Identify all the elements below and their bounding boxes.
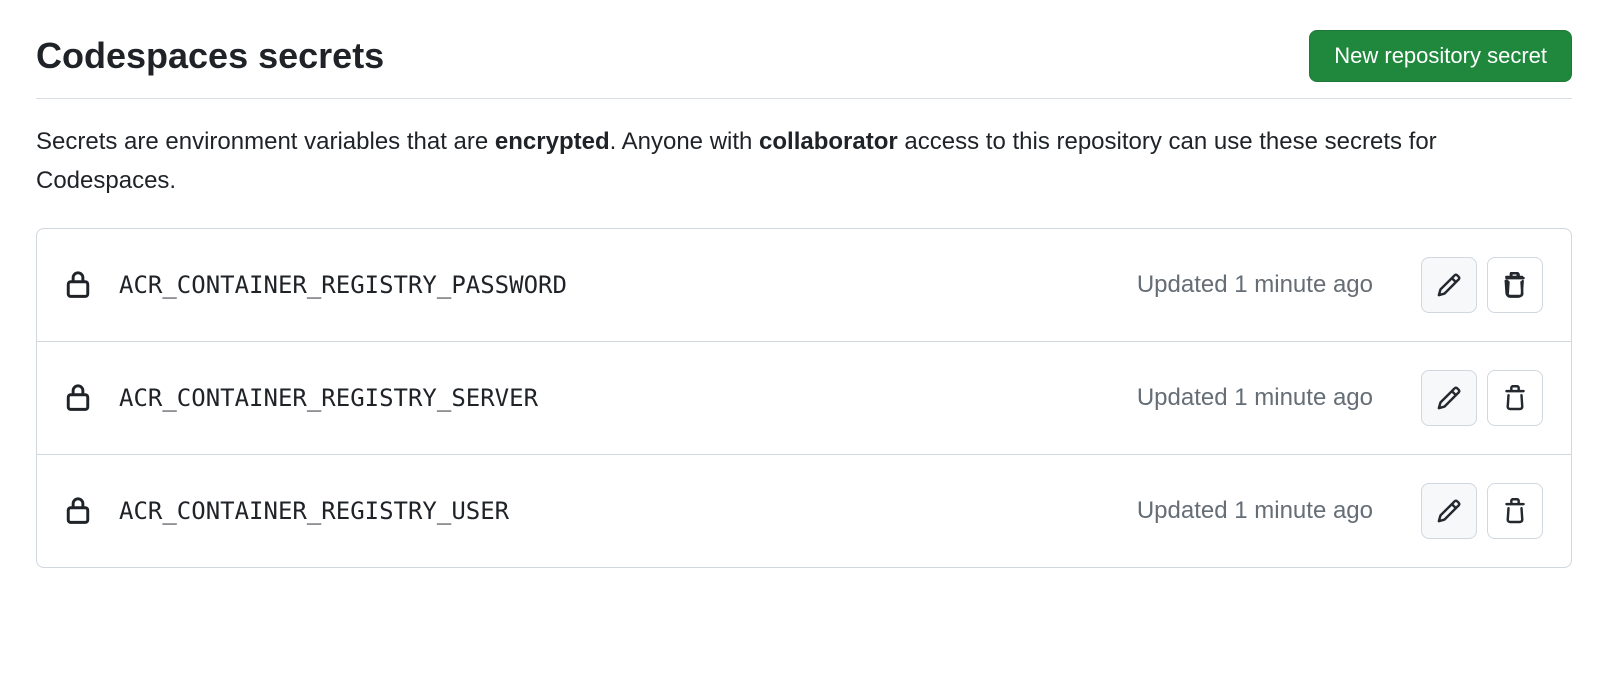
pencil-icon [1436,272,1462,298]
trash-icon [1502,385,1528,411]
secret-name: ACR_CONTAINER_REGISTRY_USER [119,497,1109,525]
secrets-list: ACR_CONTAINER_REGISTRY_PASSWORD Updated … [36,228,1572,568]
delete-secret-button[interactable] [1487,257,1543,313]
secret-name: ACR_CONTAINER_REGISTRY_SERVER [119,384,1109,412]
trash-icon [1502,498,1528,524]
edit-secret-button[interactable] [1421,257,1477,313]
lock-icon [65,270,91,300]
secret-updated: Updated 1 minute ago [1137,497,1373,525]
page-title: Codespaces secrets [36,35,384,77]
header-row: Codespaces secrets New repository secret [36,30,1572,99]
lock-icon [65,496,91,526]
pencil-icon [1436,385,1462,411]
trash-icon [1502,272,1528,298]
edit-secret-button[interactable] [1421,483,1477,539]
description-prefix: Secrets are environment variables that a… [36,128,495,155]
delete-secret-button[interactable] [1487,370,1543,426]
secret-row: ACR_CONTAINER_REGISTRY_USER Updated 1 mi… [37,454,1571,567]
pencil-icon [1436,498,1462,524]
secret-row: ACR_CONTAINER_REGISTRY_SERVER Updated 1 … [37,341,1571,454]
description-text: Secrets are environment variables that a… [36,123,1572,200]
delete-secret-button[interactable] [1487,483,1543,539]
description-collaborator: collaborator [759,128,898,155]
secret-updated: Updated 1 minute ago [1137,271,1373,299]
secret-row: ACR_CONTAINER_REGISTRY_PASSWORD Updated … [37,229,1571,341]
secret-actions [1421,483,1543,539]
secret-actions [1421,257,1543,313]
edit-secret-button[interactable] [1421,370,1477,426]
description-mid: . Anyone with [610,128,759,155]
description-encrypted: encrypted [495,128,610,155]
secret-updated: Updated 1 minute ago [1137,384,1373,412]
new-repository-secret-button[interactable]: New repository secret [1309,30,1572,82]
secret-actions [1421,370,1543,426]
secret-name: ACR_CONTAINER_REGISTRY_PASSWORD [119,271,1109,299]
lock-icon [65,383,91,413]
